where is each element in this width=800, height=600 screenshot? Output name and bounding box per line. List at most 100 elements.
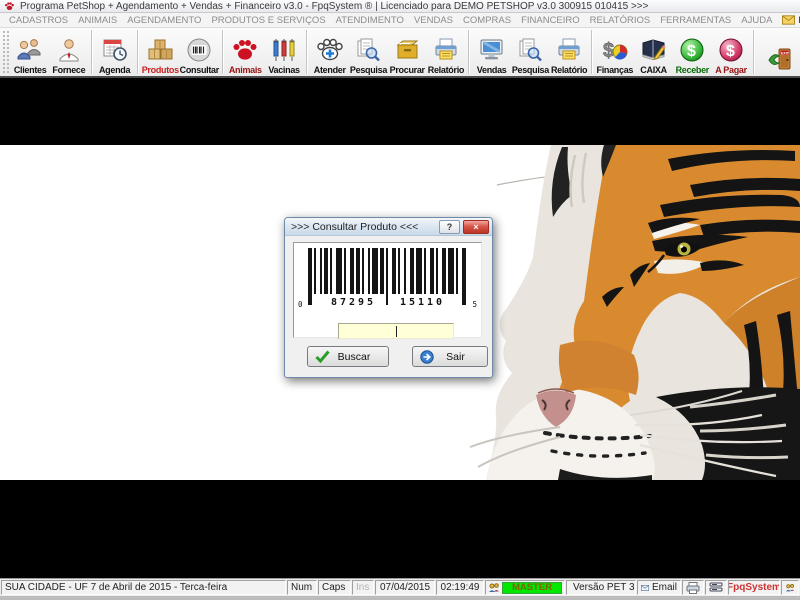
menu-item-ferramentas[interactable]: FERRAMENTAS (655, 15, 736, 26)
toolbar-button-label: CAIXA (640, 65, 667, 75)
barcode-system-digit: 0 (298, 300, 303, 309)
network-icon (709, 582, 723, 592)
toolbar-button-pesquisa-atendimento[interactable]: Pesquisa (349, 29, 388, 75)
toolbar-button-label: Clientes (13, 65, 47, 75)
buscar-button[interactable]: Buscar (307, 346, 389, 367)
status-time: 02:19:49 (436, 580, 484, 595)
toolbar-separator (468, 30, 470, 74)
toolbar-button-label: Pesquisa (349, 65, 388, 75)
menu-item-ajuda[interactable]: AJUDA (736, 15, 777, 26)
status-session-panel (781, 580, 799, 595)
clients-icon (16, 35, 44, 65)
check-icon (315, 350, 330, 363)
status-printer[interactable] (682, 580, 704, 595)
dialog-close-button[interactable]: × (463, 219, 489, 234)
menu-item-produtos-servicos[interactable]: PRODUTOS E SERVIÇOS (206, 15, 330, 26)
toolbar-button-procurar[interactable]: Procurar (388, 29, 427, 75)
status-email[interactable]: Email (637, 580, 681, 595)
paw-icon (231, 35, 259, 65)
menu-item-relatorios[interactable]: RELATÓRIOS (585, 15, 656, 26)
toolbar-button-receber[interactable]: $ Receber (673, 29, 712, 75)
exit-door-icon: EXIT (766, 45, 796, 75)
window-title: Programa PetShop + Agendamento + Vendas … (20, 0, 649, 12)
status-location: SUA CIDADE - UF 7 de Abril de 2015 - Ter… (1, 580, 286, 595)
toolbar-button-relatorio-vendas[interactable]: Relatório (550, 29, 589, 75)
window-titlebar[interactable]: Programa PetShop + Agendamento + Vendas … (0, 0, 800, 13)
toolbar-button-financas[interactable]: $ Finanças (595, 29, 634, 75)
barcode-circle-icon (186, 35, 212, 65)
toolbar-separator (591, 30, 593, 74)
menu-item-cadastros[interactable]: CADASTROS (4, 15, 73, 26)
menu-item-agendamento[interactable]: AGENDAMENTO (122, 15, 206, 26)
toolbar-separator (221, 30, 223, 74)
users-icon (785, 583, 795, 591)
status-insert: Ins (352, 580, 374, 595)
menu-item-vendas[interactable]: VENDAS (409, 15, 458, 26)
toolbar-button-fornece[interactable]: Fornece (50, 29, 89, 75)
toolbar-button-consultar[interactable]: Consultar (180, 29, 219, 75)
boxes-icon (147, 35, 174, 65)
menu-item-atendimento[interactable]: ATENDIMENTO (331, 15, 409, 26)
toolbar-button-label: Consultar (179, 65, 220, 75)
dialog-title: >>> Consultar Produto <<< (291, 220, 419, 233)
toolbar-drag-handle[interactable] (2, 30, 9, 74)
barcode-input[interactable] (338, 323, 454, 339)
calendar-icon (102, 35, 128, 65)
menu-item-compras[interactable]: COMPRAS (458, 15, 516, 26)
status-network[interactable] (705, 580, 727, 595)
window-bottom-edge (0, 596, 800, 600)
dialog-titlebar[interactable]: >>> Consultar Produto <<< ? × (285, 218, 492, 236)
toolbar-button-label: Pesquisa (511, 65, 549, 75)
status-caps-lock: Caps (318, 580, 351, 595)
svg-text:$: $ (726, 43, 735, 60)
buscar-button-label: Buscar (337, 350, 371, 363)
barcode-image: 0 87295 15110 5 (298, 248, 477, 312)
toolbar-button-label: Agenda (98, 65, 131, 75)
toolbar-button-relatorio-atendimento[interactable]: Relatório (427, 29, 466, 75)
sair-button[interactable]: Sair (412, 346, 488, 367)
printer-report-icon (556, 35, 582, 65)
sair-button-label: Sair (446, 350, 465, 363)
users-icon (489, 582, 499, 592)
menu-item-animais[interactable]: ANIMAIS (73, 15, 122, 26)
toolbar-button-label: Atender (313, 65, 346, 75)
toolbar-button-caixa[interactable]: CAIXA (634, 29, 673, 75)
toolbar-button-produtos[interactable]: Produtos (141, 29, 180, 75)
status-num-lock: Num (287, 580, 317, 595)
go-arrow-icon (420, 349, 434, 364)
menu-item-email[interactable]: E-MAIL (777, 15, 800, 26)
toolbar-button-label: Fornece (52, 65, 86, 75)
toolbar-button-label: Relatório (550, 65, 588, 75)
toolbar-button-vacinas[interactable]: Vacinas (265, 29, 304, 75)
toolbar: Clientes Fornece Agenda Produtos Consult… (0, 28, 800, 78)
toolbar-separator (91, 30, 93, 74)
client-area: >>> Consultar Produto <<< ? × 0 87295 15… (0, 78, 800, 578)
toolbar-button-sair[interactable]: EXIT (761, 29, 800, 75)
toolbar-button-label: Vendas (476, 65, 507, 75)
toolbar-button-label: Produtos (141, 65, 179, 75)
toolbar-separator (136, 30, 138, 74)
toolbar-separator (306, 30, 308, 74)
consultar-produto-dialog: >>> Consultar Produto <<< ? × 0 87295 15… (284, 217, 493, 378)
toolbar-button-atender[interactable]: Atender (310, 29, 349, 75)
drawer-icon (394, 35, 421, 65)
toolbar-button-label: Procurar (389, 65, 425, 75)
printer-icon (686, 581, 700, 594)
toolbar-button-a-pagar[interactable]: $ A Pagar (712, 29, 751, 75)
svg-text:$: $ (603, 40, 614, 62)
toolbar-button-clientes[interactable]: Clientes (11, 29, 50, 75)
dollar-green-icon: $ (679, 35, 705, 65)
menu-item-financeiro[interactable]: FINANCEIRO (516, 15, 585, 26)
dollar-red-icon: $ (718, 35, 744, 65)
toolbar-button-animais[interactable]: Animais (226, 29, 265, 75)
monitor-icon (478, 35, 505, 65)
barcode-left-digits: 87295 (323, 296, 384, 309)
dialog-help-button[interactable]: ? (439, 219, 460, 234)
barcode-check-digit: 5 (472, 300, 477, 309)
toolbar-button-pesquisa-vendas[interactable]: Pesquisa (511, 29, 550, 75)
toolbar-button-agenda[interactable]: Agenda (95, 29, 134, 75)
envelope-icon (641, 584, 649, 591)
status-version: Versão PET 3.0 (566, 580, 636, 595)
status-date: 07/04/2015 (375, 580, 435, 595)
toolbar-button-vendas[interactable]: Vendas (472, 29, 511, 75)
